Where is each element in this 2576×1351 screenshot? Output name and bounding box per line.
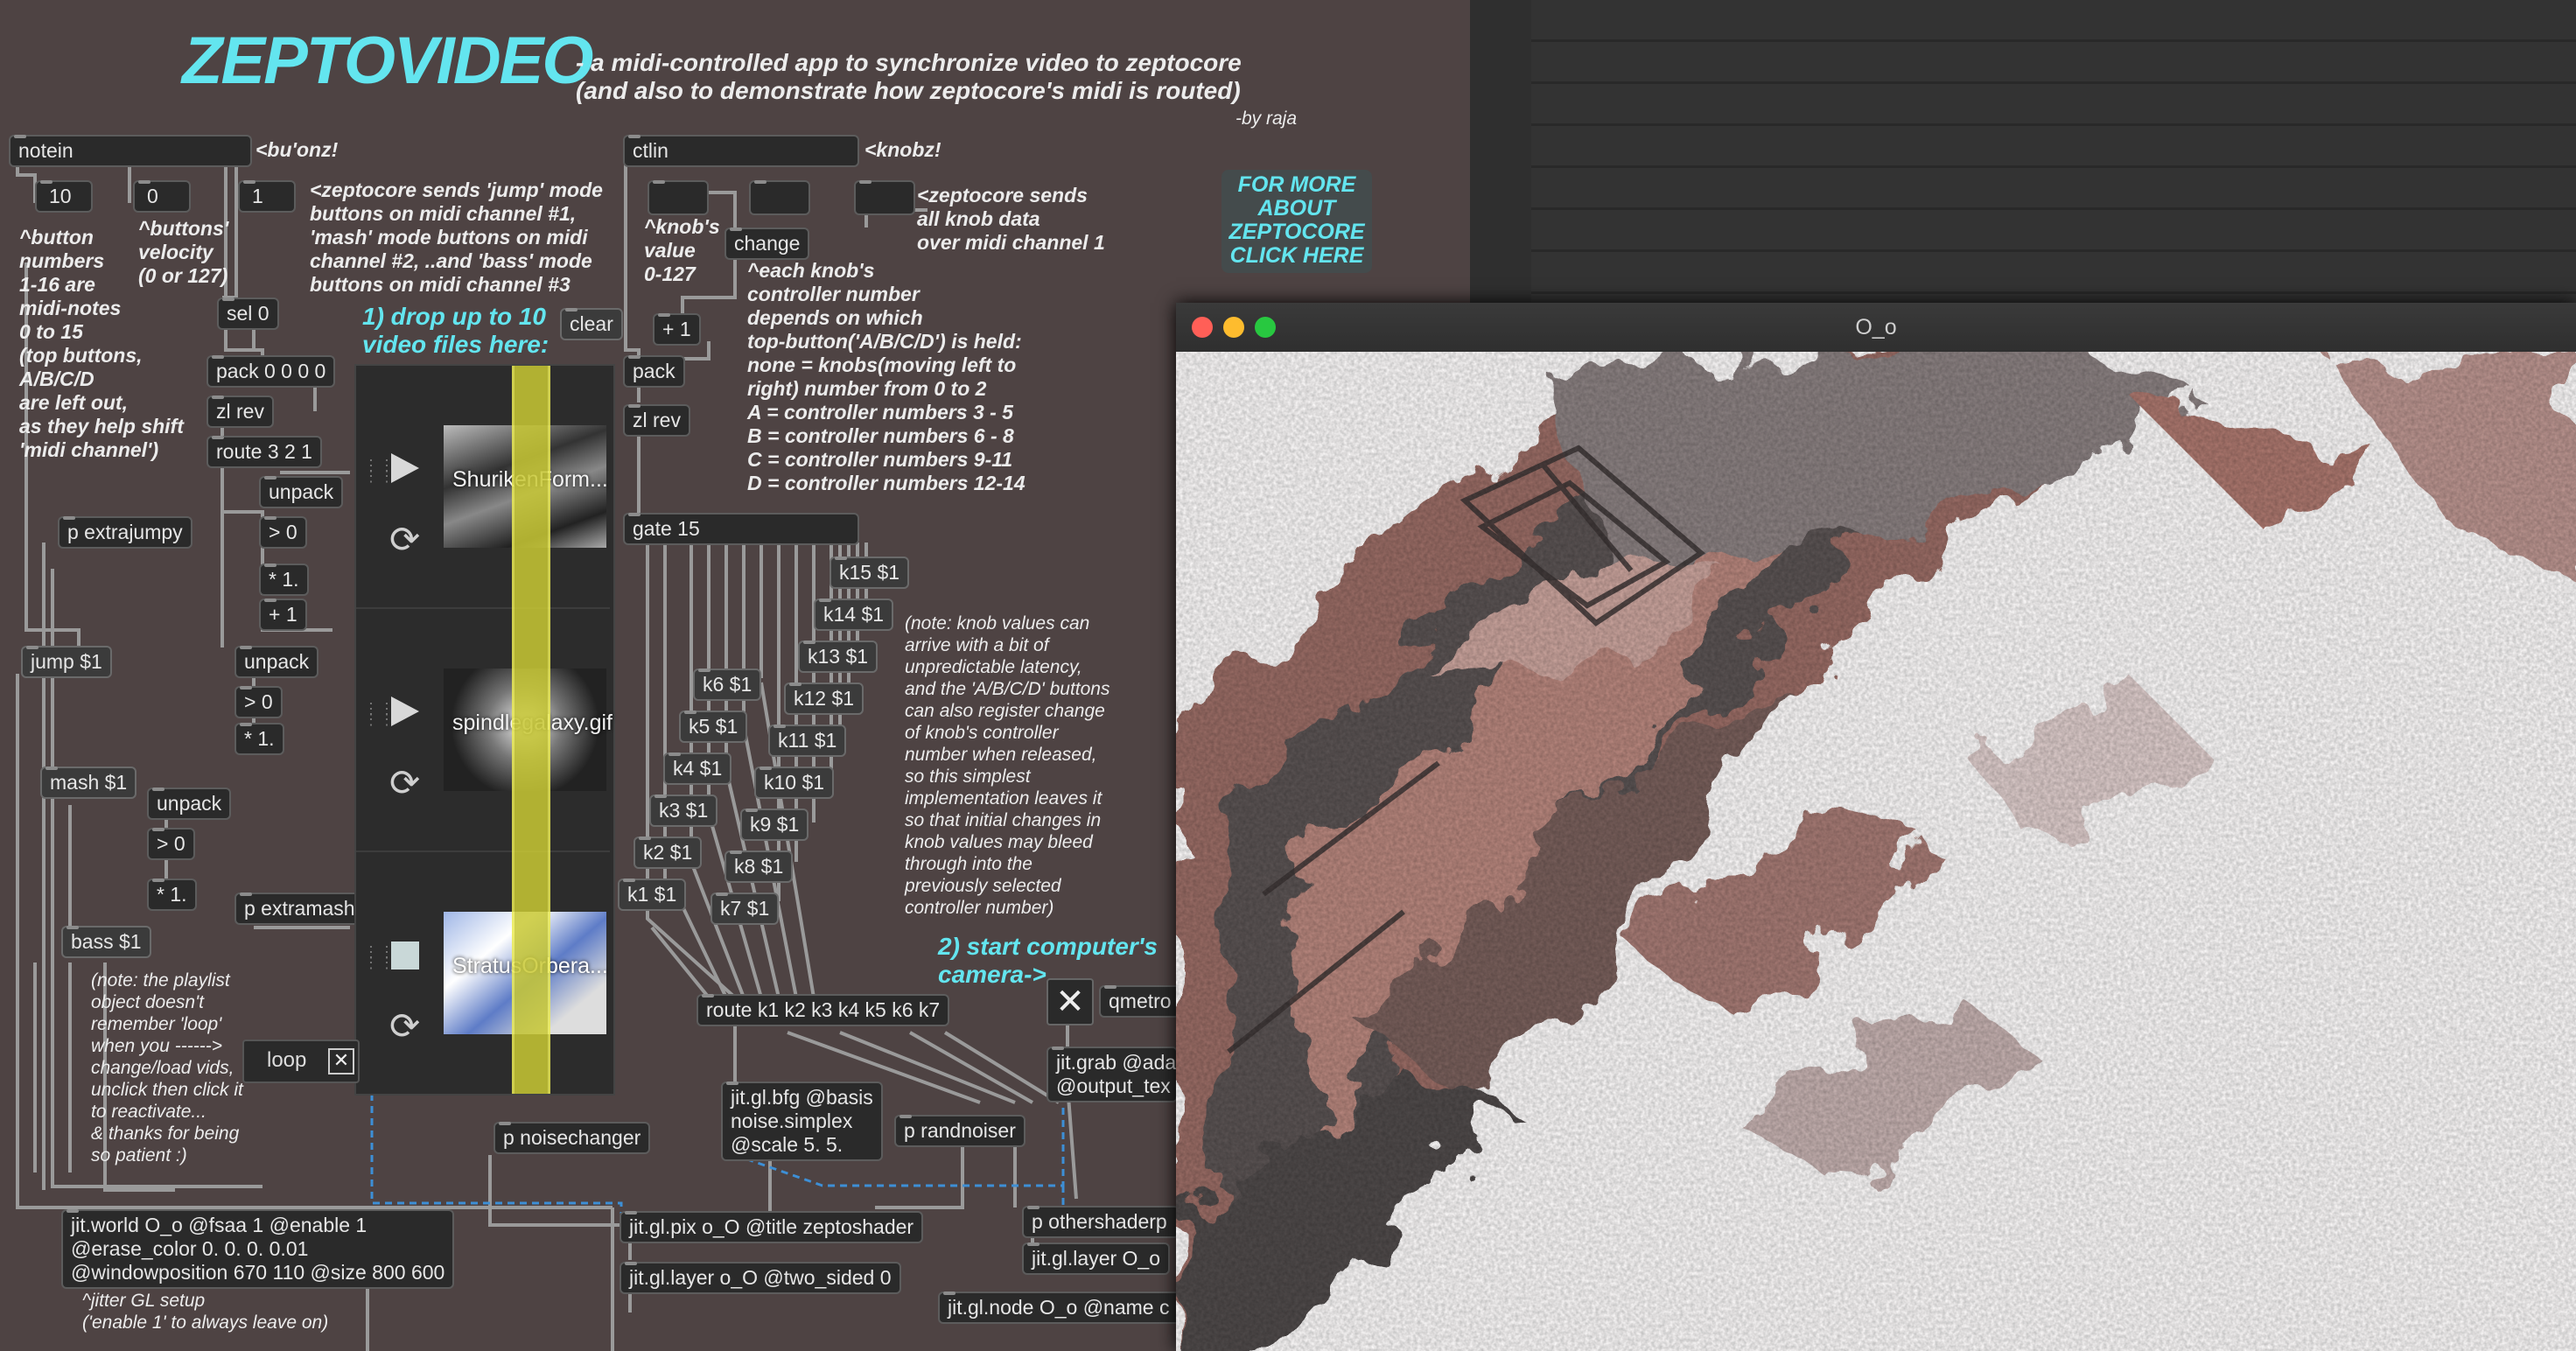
note-number-box[interactable]: 10	[35, 180, 93, 213]
p-randnoiser-object[interactable]: p randnoiser	[894, 1115, 1026, 1147]
jit-gl-layer-object-2[interactable]: jit.gl.layer O_o	[1022, 1242, 1171, 1275]
velocity-comment: ^buttons' velocity (0 or 127)	[138, 217, 229, 287]
velocity-number-box[interactable]: 0	[133, 180, 191, 213]
stop-icon[interactable]	[391, 942, 419, 970]
jit-world-object[interactable]: jit.world O_o @fsaa 1 @enable 1 @erase_c…	[61, 1209, 455, 1289]
playlist-object[interactable]: ⋮⋮⋮⋮ ⟳ ShurikenForm... ⋮⋮⋮⋮ ⟳ spindlegal…	[354, 364, 615, 1096]
jit-gl-pix-object[interactable]: jit.gl.pix o_O @title zeptoshader	[620, 1211, 924, 1243]
k10-message[interactable]: k10 $1	[754, 766, 835, 799]
k15-message[interactable]: k15 $1	[830, 556, 910, 589]
all-knob-comment: <zeptocore sends all knob data over midi…	[917, 184, 1105, 254]
zl-rev-ctl-object[interactable]: zl rev	[623, 404, 690, 437]
rendered-noise-image	[1176, 352, 2576, 1351]
loop-toggle-box[interactable]: loop ✕	[242, 1040, 360, 1083]
jit-gl-node-object[interactable]: jit.gl.node O_o @name c	[938, 1292, 1183, 1324]
mul1-object-1[interactable]: * 1.	[259, 564, 309, 596]
plus1-object-2[interactable]: + 1	[259, 598, 307, 631]
window-title: O_o	[1855, 315, 1897, 340]
channel-number-box[interactable]: 1	[238, 180, 296, 213]
pack-ctl-object[interactable]: pack	[623, 355, 685, 388]
k5-message[interactable]: k5 $1	[679, 710, 748, 743]
gt0-object-3[interactable]: > 0	[147, 828, 195, 860]
bass-message[interactable]: bass $1	[61, 926, 151, 958]
window-titlebar[interactable]: O_o	[1176, 303, 2576, 353]
playlist-item[interactable]: ⋮⋮⋮⋮ ⟳ StratusOrbera...	[356, 852, 610, 1094]
notein-object[interactable]: notein	[9, 135, 252, 167]
mul1-object-2[interactable]: * 1.	[234, 723, 284, 755]
mul1-object-3[interactable]: * 1.	[147, 878, 197, 911]
change-object[interactable]: change	[724, 228, 810, 260]
k14-message[interactable]: k14 $1	[814, 598, 894, 631]
play-icon[interactable]	[391, 453, 419, 483]
jit-grab-object[interactable]: jit.grab @ada @output_tex	[1046, 1046, 1178, 1102]
gt0-object-2[interactable]: > 0	[234, 686, 283, 718]
zeptocore-jump-comment: <zeptocore sends 'jump' mode buttons on …	[310, 178, 603, 296]
each-knob-comment: ^each knob's controller number depends o…	[747, 259, 1026, 494]
jump-message[interactable]: jump $1	[21, 646, 112, 678]
sel-0-object[interactable]: sel 0	[217, 298, 279, 330]
k9-message[interactable]: k9 $1	[740, 808, 809, 841]
k1-message[interactable]: k1 $1	[618, 878, 687, 911]
video-render-area	[1176, 352, 2576, 1351]
gate-object[interactable]: gate 15	[623, 513, 859, 545]
k6-message[interactable]: k6 $1	[693, 668, 762, 701]
knobz-comment: <knobz!	[864, 138, 942, 161]
k4-message[interactable]: k4 $1	[663, 752, 732, 785]
playlist-item[interactable]: ⋮⋮⋮⋮ ⟳ spindlegalaxy.gif	[356, 609, 612, 852]
jit-gl-layer-object[interactable]: jit.gl.layer o_O @two_sided 0	[620, 1262, 901, 1294]
k2-message[interactable]: k2 $1	[634, 836, 703, 869]
k11-message[interactable]: k11 $1	[768, 724, 847, 757]
k13-message[interactable]: k13 $1	[798, 640, 878, 673]
route-3210-object[interactable]: route 3 2 1	[206, 436, 322, 468]
k12-message[interactable]: k12 $1	[784, 682, 864, 715]
p-noisechanger-object[interactable]: p noisechanger	[494, 1122, 651, 1154]
jitter-setup-comment: ^jitter GL setup ('enable 1' to always l…	[82, 1291, 329, 1333]
knob-value-comment: ^knob's value 0-127	[644, 215, 720, 285]
plus1-object-top[interactable]: + 1	[653, 313, 701, 346]
drag-grip-icon[interactable]: ⋮⋮ ⋮⋮	[363, 701, 395, 735]
jit-gl-bfg-object[interactable]: jit.gl.bfg @basis noise.simplex @scale 5…	[721, 1082, 883, 1161]
p-othershader-object[interactable]: p othershaderp	[1022, 1206, 1180, 1238]
controller-number-box[interactable]	[749, 180, 810, 215]
drag-grip-icon[interactable]: ⋮⋮ ⋮⋮	[363, 458, 395, 492]
k3-message[interactable]: k3 $1	[649, 794, 718, 827]
knob-value-number-box[interactable]	[648, 180, 709, 215]
playlist-item[interactable]: ⋮⋮⋮⋮ ⟳ ShurikenForm...	[356, 366, 610, 609]
ctlin-object[interactable]: ctlin	[623, 135, 859, 167]
unpack-object-1[interactable]: unpack	[259, 476, 344, 508]
playlist-position-bar[interactable]	[512, 366, 550, 1094]
note-latency-comment: (note: knob values can arrive with a bit…	[905, 613, 1110, 918]
mash-message[interactable]: mash $1	[40, 766, 137, 799]
video-output-window[interactable]: O_o	[1176, 303, 2576, 1351]
clear-message[interactable]: clear	[560, 308, 623, 340]
loop-icon[interactable]: ⟳	[389, 761, 420, 804]
drag-grip-icon[interactable]: ⋮⋮ ⋮⋮	[363, 944, 395, 978]
camera-toggle[interactable]: ✕	[1046, 978, 1094, 1026]
zl-rev-object[interactable]: zl rev	[206, 396, 274, 428]
buonz-comment: <bu'onz!	[256, 138, 339, 161]
play-icon[interactable]	[391, 696, 419, 726]
playlist-note-comment: (note: the playlist object doesn't remem…	[91, 970, 243, 1166]
p-extrajumpy-object[interactable]: p extrajumpy	[58, 516, 192, 549]
ctl-channel-number-box[interactable]	[854, 180, 915, 215]
drop-videos-comment: 1) drop up to 10 video files here:	[362, 303, 550, 358]
k8-message[interactable]: k8 $1	[724, 850, 794, 883]
qmetro-object[interactable]: qmetro	[1099, 985, 1186, 1018]
loop-checkbox-icon[interactable]: ✕	[328, 1048, 354, 1074]
loop-label: loop	[267, 1048, 307, 1072]
route-k-object[interactable]: route k1 k2 k3 k4 k5 k6 k7	[696, 994, 950, 1026]
unpack-object-3[interactable]: unpack	[147, 788, 232, 820]
loop-icon[interactable]: ⟳	[389, 518, 420, 561]
app-subtitle: - a midi-controlled app to synchronize v…	[576, 49, 1242, 104]
k7-message[interactable]: k7 $1	[710, 892, 780, 925]
app-title: ZEPTOVIDEO	[182, 24, 593, 98]
loop-icon[interactable]: ⟳	[389, 1004, 420, 1047]
close-x-icon: ✕	[1055, 983, 1085, 1021]
unpack-object-2[interactable]: unpack	[234, 646, 319, 678]
more-about-zeptocore-button[interactable]: FOR MORE ABOUT ZEPTOCORE CLICK HERE	[1222, 170, 1372, 273]
gt0-object-1[interactable]: > 0	[259, 516, 307, 549]
pack-0000-object[interactable]: pack 0 0 0 0	[206, 355, 336, 388]
byline: -by raja	[1236, 108, 1298, 129]
